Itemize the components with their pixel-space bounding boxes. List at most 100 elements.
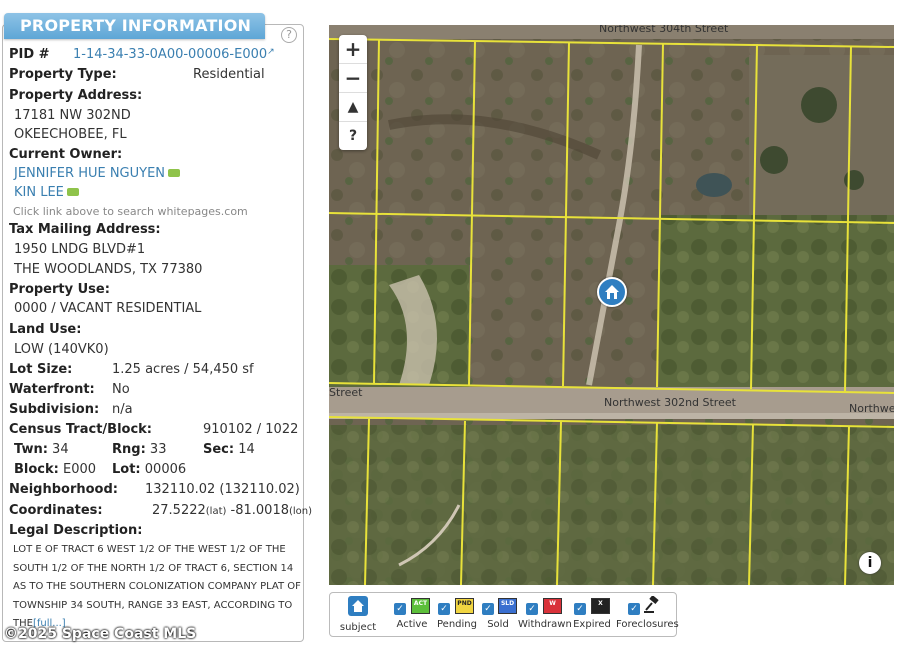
sold-checkbox[interactable]: ✓	[482, 603, 494, 615]
legend-withdrawn[interactable]: ✓ W Withdrawn	[518, 593, 572, 636]
legend-sold-label: Sold	[487, 619, 509, 630]
panel-title: PROPERTY INFORMATION	[4, 13, 266, 39]
street-label-right: Northwest	[849, 402, 894, 415]
longitude-value: -81.0018	[230, 503, 289, 518]
census-value: 910102 / 1022	[203, 422, 299, 437]
rng-row: Rng: 33	[112, 442, 166, 457]
legend-pending[interactable]: ✓ PND Pending	[434, 593, 480, 636]
property-type-value: Residential	[193, 67, 265, 82]
legend-active[interactable]: ✓ ACT Active	[390, 593, 434, 636]
help-icon[interactable]: ?	[281, 27, 297, 43]
subject-property-marker[interactable]	[597, 277, 627, 307]
legal-description: LOT E OF TRACT 6 WEST 1/2 OF THE WEST 1/…	[13, 541, 303, 634]
latitude-value: 27.5222	[152, 503, 206, 518]
aerial-map[interactable]: + − ▲ ? Northwest 304th Street Street No…	[329, 25, 894, 585]
legend-foreclosures[interactable]: ✓ Foreclosures	[616, 593, 679, 636]
pid-label: PID #	[9, 47, 50, 62]
copyright-watermark: ©2025 Space Coast MLS	[4, 626, 197, 642]
landuse-value: LOW (140VK0)	[14, 342, 109, 357]
owner-1-link[interactable]: JENNIFER HUE NGUYEN	[14, 166, 181, 181]
active-checkbox[interactable]: ✓	[394, 603, 406, 615]
mailing-line2: THE WOODLANDS, TX 77380	[14, 262, 203, 277]
pid-row: PID #	[9, 47, 50, 62]
coordinates-label: Coordinates:	[9, 503, 103, 518]
use-label: Property Use:	[9, 282, 110, 297]
property-type-label: Property Type:	[9, 67, 117, 82]
legal-label: Legal Description:	[9, 523, 143, 538]
pending-checkbox[interactable]: ✓	[438, 603, 450, 615]
lot-number-label: Lot:	[112, 462, 141, 477]
block-label: Block:	[14, 462, 59, 477]
map-zoom-controls: + − ▲ ?	[339, 35, 367, 150]
lot-number-value: 00006	[144, 462, 187, 477]
pid-link[interactable]: 1-14-34-33-0A00-00006-E000↗	[73, 47, 275, 62]
latitude-unit: (lat)	[205, 506, 227, 517]
subdivision-label: Subdivision:	[9, 402, 100, 417]
street-label-left: Street	[329, 386, 363, 399]
legend-active-label: Active	[396, 619, 428, 630]
owner-1-name[interactable]: JENNIFER HUE NGUYEN	[14, 166, 165, 181]
owner-hint: Click link above to search whitepages.co…	[13, 205, 248, 218]
whitepages-icon[interactable]	[66, 187, 79, 196]
block-value: E000	[63, 462, 97, 477]
waterfront-value: No	[112, 382, 130, 397]
address-label: Property Address:	[9, 88, 143, 103]
pid-value[interactable]: 1-14-34-33-0A00-00006-E000	[73, 47, 267, 62]
rng-label: Rng:	[112, 442, 146, 457]
mailing-label: Tax Mailing Address:	[9, 222, 161, 237]
twn-value: 34	[52, 442, 69, 457]
foreclosures-checkbox[interactable]: ✓	[628, 603, 640, 615]
block-row: Block: E000	[14, 462, 96, 477]
lot-size-label: Lot Size:	[9, 362, 73, 377]
sec-label: Sec:	[203, 442, 235, 457]
waterfront-label: Waterfront:	[9, 382, 95, 397]
compass-north-icon[interactable]: ▲	[339, 93, 367, 122]
gavel-icon	[644, 596, 659, 613]
rng-value: 33	[149, 442, 167, 457]
external-link-icon[interactable]: ↗	[267, 47, 275, 57]
legend-foreclosures-label: Foreclosures	[616, 619, 679, 630]
owner-label: Current Owner:	[9, 147, 123, 162]
sec-row: Sec: 14	[203, 442, 255, 457]
withdrawn-pin-icon: W	[543, 598, 562, 614]
lot-number-row: Lot: 00006	[112, 462, 186, 477]
whitepages-icon[interactable]	[168, 168, 181, 177]
owner-2-link[interactable]: KIN LEE	[14, 185, 79, 200]
sold-pin-icon: SLD	[498, 598, 517, 614]
address-line1: 17181 NW 302ND	[14, 108, 131, 123]
map-help-button[interactable]: ?	[339, 122, 367, 150]
pending-pin-icon: PND	[455, 598, 474, 614]
legal-text: LOT E OF TRACT 6 WEST 1/2 OF THE WEST 1/…	[13, 544, 301, 629]
subdivision-value: n/a	[112, 402, 133, 417]
legend-withdrawn-label: Withdrawn	[518, 619, 572, 630]
lot-size-value: 1.25 acres / 54,450 sf	[112, 362, 254, 377]
legend-subject[interactable]: subject	[338, 593, 378, 636]
withdrawn-checkbox[interactable]: ✓	[526, 603, 538, 615]
house-icon	[605, 285, 619, 299]
street-label-north: Northwest 304th Street	[599, 25, 729, 35]
longitude-unit: (lon)	[289, 506, 313, 517]
legend-expired-label: Expired	[573, 619, 611, 630]
sec-value: 14	[238, 442, 255, 457]
twn-label: Twn:	[14, 442, 48, 457]
zoom-out-button[interactable]: −	[339, 64, 367, 93]
neighborhood-label: Neighborhood:	[9, 482, 118, 497]
legend-sold[interactable]: ✓ SLD Sold	[480, 593, 517, 636]
active-pin-icon: ACT	[411, 598, 430, 614]
expired-checkbox[interactable]: ✓	[574, 603, 586, 615]
subject-house-icon	[348, 596, 368, 616]
street-label-main: Northwest 302nd Street	[604, 396, 736, 409]
legend-pending-label: Pending	[437, 619, 477, 630]
owner-2-name[interactable]: KIN LEE	[14, 185, 64, 200]
map-legend: subject ✓ ACT Active ✓ PND Pending ✓ SLD…	[329, 592, 679, 637]
expired-pin-icon: X	[591, 598, 610, 614]
neighborhood-value: 132110.02 (132110.02)	[145, 482, 300, 497]
address-line2: OKEECHOBEE, FL	[14, 127, 127, 142]
coordinates-value: 27.5222(lat) -81.0018(lon)	[152, 503, 312, 518]
legend-expired[interactable]: ✓ X Expired	[570, 593, 614, 636]
census-label: Census Tract/Block:	[9, 422, 153, 437]
map-info-icon[interactable]: i	[859, 552, 881, 574]
use-value: 0000 / VACANT RESIDENTIAL	[14, 301, 202, 316]
mailing-line1: 1950 LNDG BLVD#1	[14, 242, 146, 257]
zoom-in-button[interactable]: +	[339, 35, 367, 64]
